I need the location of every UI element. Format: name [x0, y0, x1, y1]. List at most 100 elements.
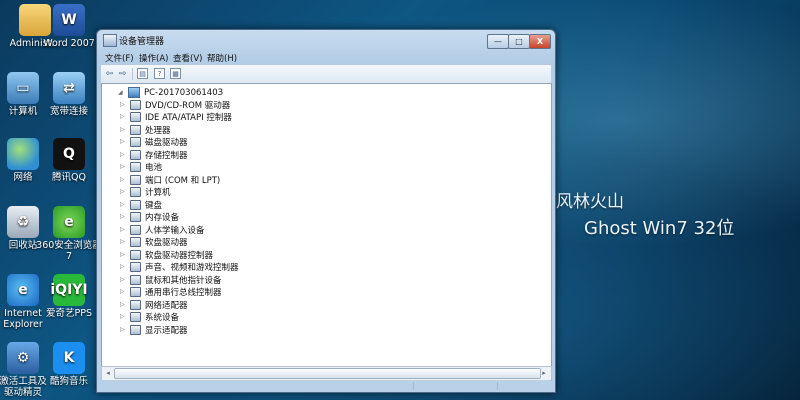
tree-item-memory[interactable]: ▷ 内存设备 [120, 211, 179, 223]
menu-view[interactable]: 查看(V) [173, 52, 202, 64]
floppy-drive-icon [130, 236, 141, 247]
tree-item-disk[interactable]: ▷ 磁盘驱动器 [120, 136, 188, 148]
horizontal-scrollbar[interactable]: ◂ ▸ [101, 366, 552, 381]
scroll-right-icon[interactable]: ▸ [539, 369, 549, 378]
storage-controller-icon [130, 149, 141, 160]
expand-arrow-icon[interactable]: ▷ [120, 288, 127, 295]
expand-arrow-icon[interactable]: ▷ [120, 163, 127, 170]
desktop-icon-360-browser[interactable]: e 360安全浏览器7 [34, 206, 104, 262]
expand-arrow-icon[interactable]: ▷ [120, 326, 127, 333]
disk-drive-icon [130, 136, 141, 147]
desktop-icon-label: 360安全浏览器7 [36, 240, 102, 262]
status-bar [101, 380, 550, 391]
word-icon: W [53, 4, 85, 36]
tree-item-computer[interactable]: ▷ 计算机 [120, 186, 171, 198]
mouse-icon [130, 274, 141, 285]
menu-bar: 文件(F) 操作(A) 查看(V) 帮助(H) [101, 50, 551, 64]
expand-arrow-icon[interactable]: ▷ [120, 138, 127, 145]
minimize-button[interactable]: — [487, 34, 509, 49]
expand-arrow-icon[interactable]: ▷ [120, 113, 127, 120]
tree-item-label: 声音、视频和游戏控制器 [145, 262, 239, 273]
tree-item-mouse[interactable]: ▷ 鼠标和其他指针设备 [120, 274, 222, 286]
kugou-icon: K [53, 342, 85, 374]
system-device-icon [130, 311, 141, 322]
tree-item-label: 系统设备 [145, 312, 180, 323]
desktop-icon-kugou[interactable]: K 酷狗音乐 [34, 342, 104, 387]
tree-item-ports[interactable]: ▷ 端口 (COM 和 LPT) [120, 174, 220, 186]
title-bar[interactable]: 设备管理器 — □ X [97, 30, 555, 50]
processor-icon [130, 124, 141, 135]
expand-arrow-icon[interactable]: ▷ [120, 126, 127, 133]
iqiyi-icon: iQIYI [50, 274, 88, 306]
toolbar-separator [132, 68, 133, 80]
tree-item-sound[interactable]: ▷ 声音、视频和游戏控制器 [120, 261, 239, 273]
network-icon: ⇄ [53, 72, 85, 104]
expand-arrow-icon[interactable]: ▷ [120, 238, 127, 245]
expand-arrow-icon[interactable]: ▷ [120, 151, 127, 158]
tree-item-keyboard[interactable]: ▷ 键盘 [120, 199, 163, 211]
expand-arrow-icon[interactable]: ▷ [120, 226, 127, 233]
menu-file[interactable]: 文件(F) [105, 52, 134, 64]
floppy-controller-icon [130, 249, 141, 260]
toolbar: ⇦ ⇨ ▤ ? ▦ [101, 64, 551, 84]
window-title: 设备管理器 [119, 37, 165, 47]
help-icon[interactable]: ? [154, 68, 165, 79]
expand-arrow-icon[interactable]: ▷ [120, 276, 127, 283]
view-icon[interactable]: ▦ [170, 68, 181, 79]
usb-icon [130, 286, 141, 297]
port-icon [130, 174, 141, 185]
properties-icon[interactable]: ▤ [137, 68, 148, 79]
tree-item-label: 鼠标和其他指针设备 [145, 275, 222, 286]
menu-help[interactable]: 帮助(H) [207, 52, 237, 64]
tree-item-ide[interactable]: ▷ IDE ATA/ATAPI 控制器 [120, 111, 232, 123]
expand-arrow-icon[interactable]: ▷ [120, 301, 127, 308]
tree-item-network-adapter[interactable]: ▷ 网络适配器 [120, 299, 188, 311]
360-browser-icon: e [53, 206, 85, 238]
display-adapter-icon [130, 324, 141, 335]
back-arrow-icon[interactable]: ⇦ [104, 68, 115, 79]
tree-item-label: 键盘 [145, 200, 163, 211]
device-manager-window: 设备管理器 — □ X 文件(F) 操作(A) 查看(V) 帮助(H) ⇦ ⇨ … [96, 29, 556, 393]
dvd-drive-icon [130, 99, 141, 110]
tree-root-computer[interactable]: ◢ PC-20170306140З [118, 87, 223, 98]
tree-item-hid[interactable]: ▷ 人体学输入设备 [120, 224, 205, 236]
menu-action[interactable]: 操作(A) [139, 52, 168, 64]
tree-item-label: 显示适配器 [145, 325, 188, 336]
expand-arrow-icon[interactable]: ▷ [120, 263, 127, 270]
scroll-thumb[interactable] [114, 368, 541, 379]
desktop-icon-iqiyi[interactable]: iQIYI 爱奇艺PPS [34, 274, 104, 319]
tree-item-usb[interactable]: ▷ 通用串行总线控制器 [120, 286, 222, 298]
tree-item-battery[interactable]: ▷ 电池 [120, 161, 163, 173]
tree-item-label: 电池 [145, 162, 163, 173]
close-button[interactable]: X [529, 34, 551, 49]
status-divider [413, 382, 414, 390]
desktop-icon-broadband[interactable]: ⇄ 宽带连接 [34, 72, 104, 117]
maximize-button[interactable]: □ [508, 34, 530, 49]
desktop-icon-word[interactable]: W Word 2007 [34, 4, 104, 49]
tree-item-floppy-controller[interactable]: ▷ 软盘驱动器控制器 [120, 249, 213, 261]
tree-item-label: 人体学输入设备 [145, 225, 205, 236]
expand-arrow-icon[interactable]: ▷ [120, 213, 127, 220]
expand-arrow-icon[interactable]: ▷ [120, 188, 127, 195]
tree-item-storage[interactable]: ▷ 存储控制器 [120, 149, 188, 161]
expand-arrow-icon[interactable]: ▷ [120, 313, 127, 320]
desktop-icon-qq[interactable]: Q 腾讯QQ [34, 138, 104, 183]
tree-item-system[interactable]: ▷ 系统设备 [120, 311, 180, 323]
tree-item-label: IDE ATA/ATAPI 控制器 [145, 112, 232, 123]
tree-item-label: DVD/CD-ROM 驱动器 [145, 100, 231, 111]
expand-arrow-icon[interactable]: ▷ [120, 251, 127, 258]
expand-arrow-icon[interactable]: ▷ [120, 176, 127, 183]
scroll-left-icon[interactable]: ◂ [103, 369, 113, 378]
tree-item-dvd[interactable]: ▷ DVD/CD-ROM 驱动器 [120, 99, 231, 111]
qq-icon: Q [53, 138, 85, 170]
expand-arrow-icon[interactable]: ▷ [120, 201, 127, 208]
forward-arrow-icon[interactable]: ⇨ [117, 68, 128, 79]
keyboard-icon [130, 199, 141, 210]
expand-arrow-icon[interactable]: ▷ [120, 101, 127, 108]
collapse-arrow-icon[interactable]: ◢ [118, 89, 125, 96]
tree-item-processor[interactable]: ▷ 处理器 [120, 124, 171, 136]
tree-item-label: 存储控制器 [145, 150, 188, 161]
tree-item-floppy[interactable]: ▷ 软盘驱动器 [120, 236, 188, 248]
tree-item-display[interactable]: ▷ 显示适配器 [120, 324, 188, 336]
tree-root-label: PC-20170306140З [144, 87, 224, 98]
